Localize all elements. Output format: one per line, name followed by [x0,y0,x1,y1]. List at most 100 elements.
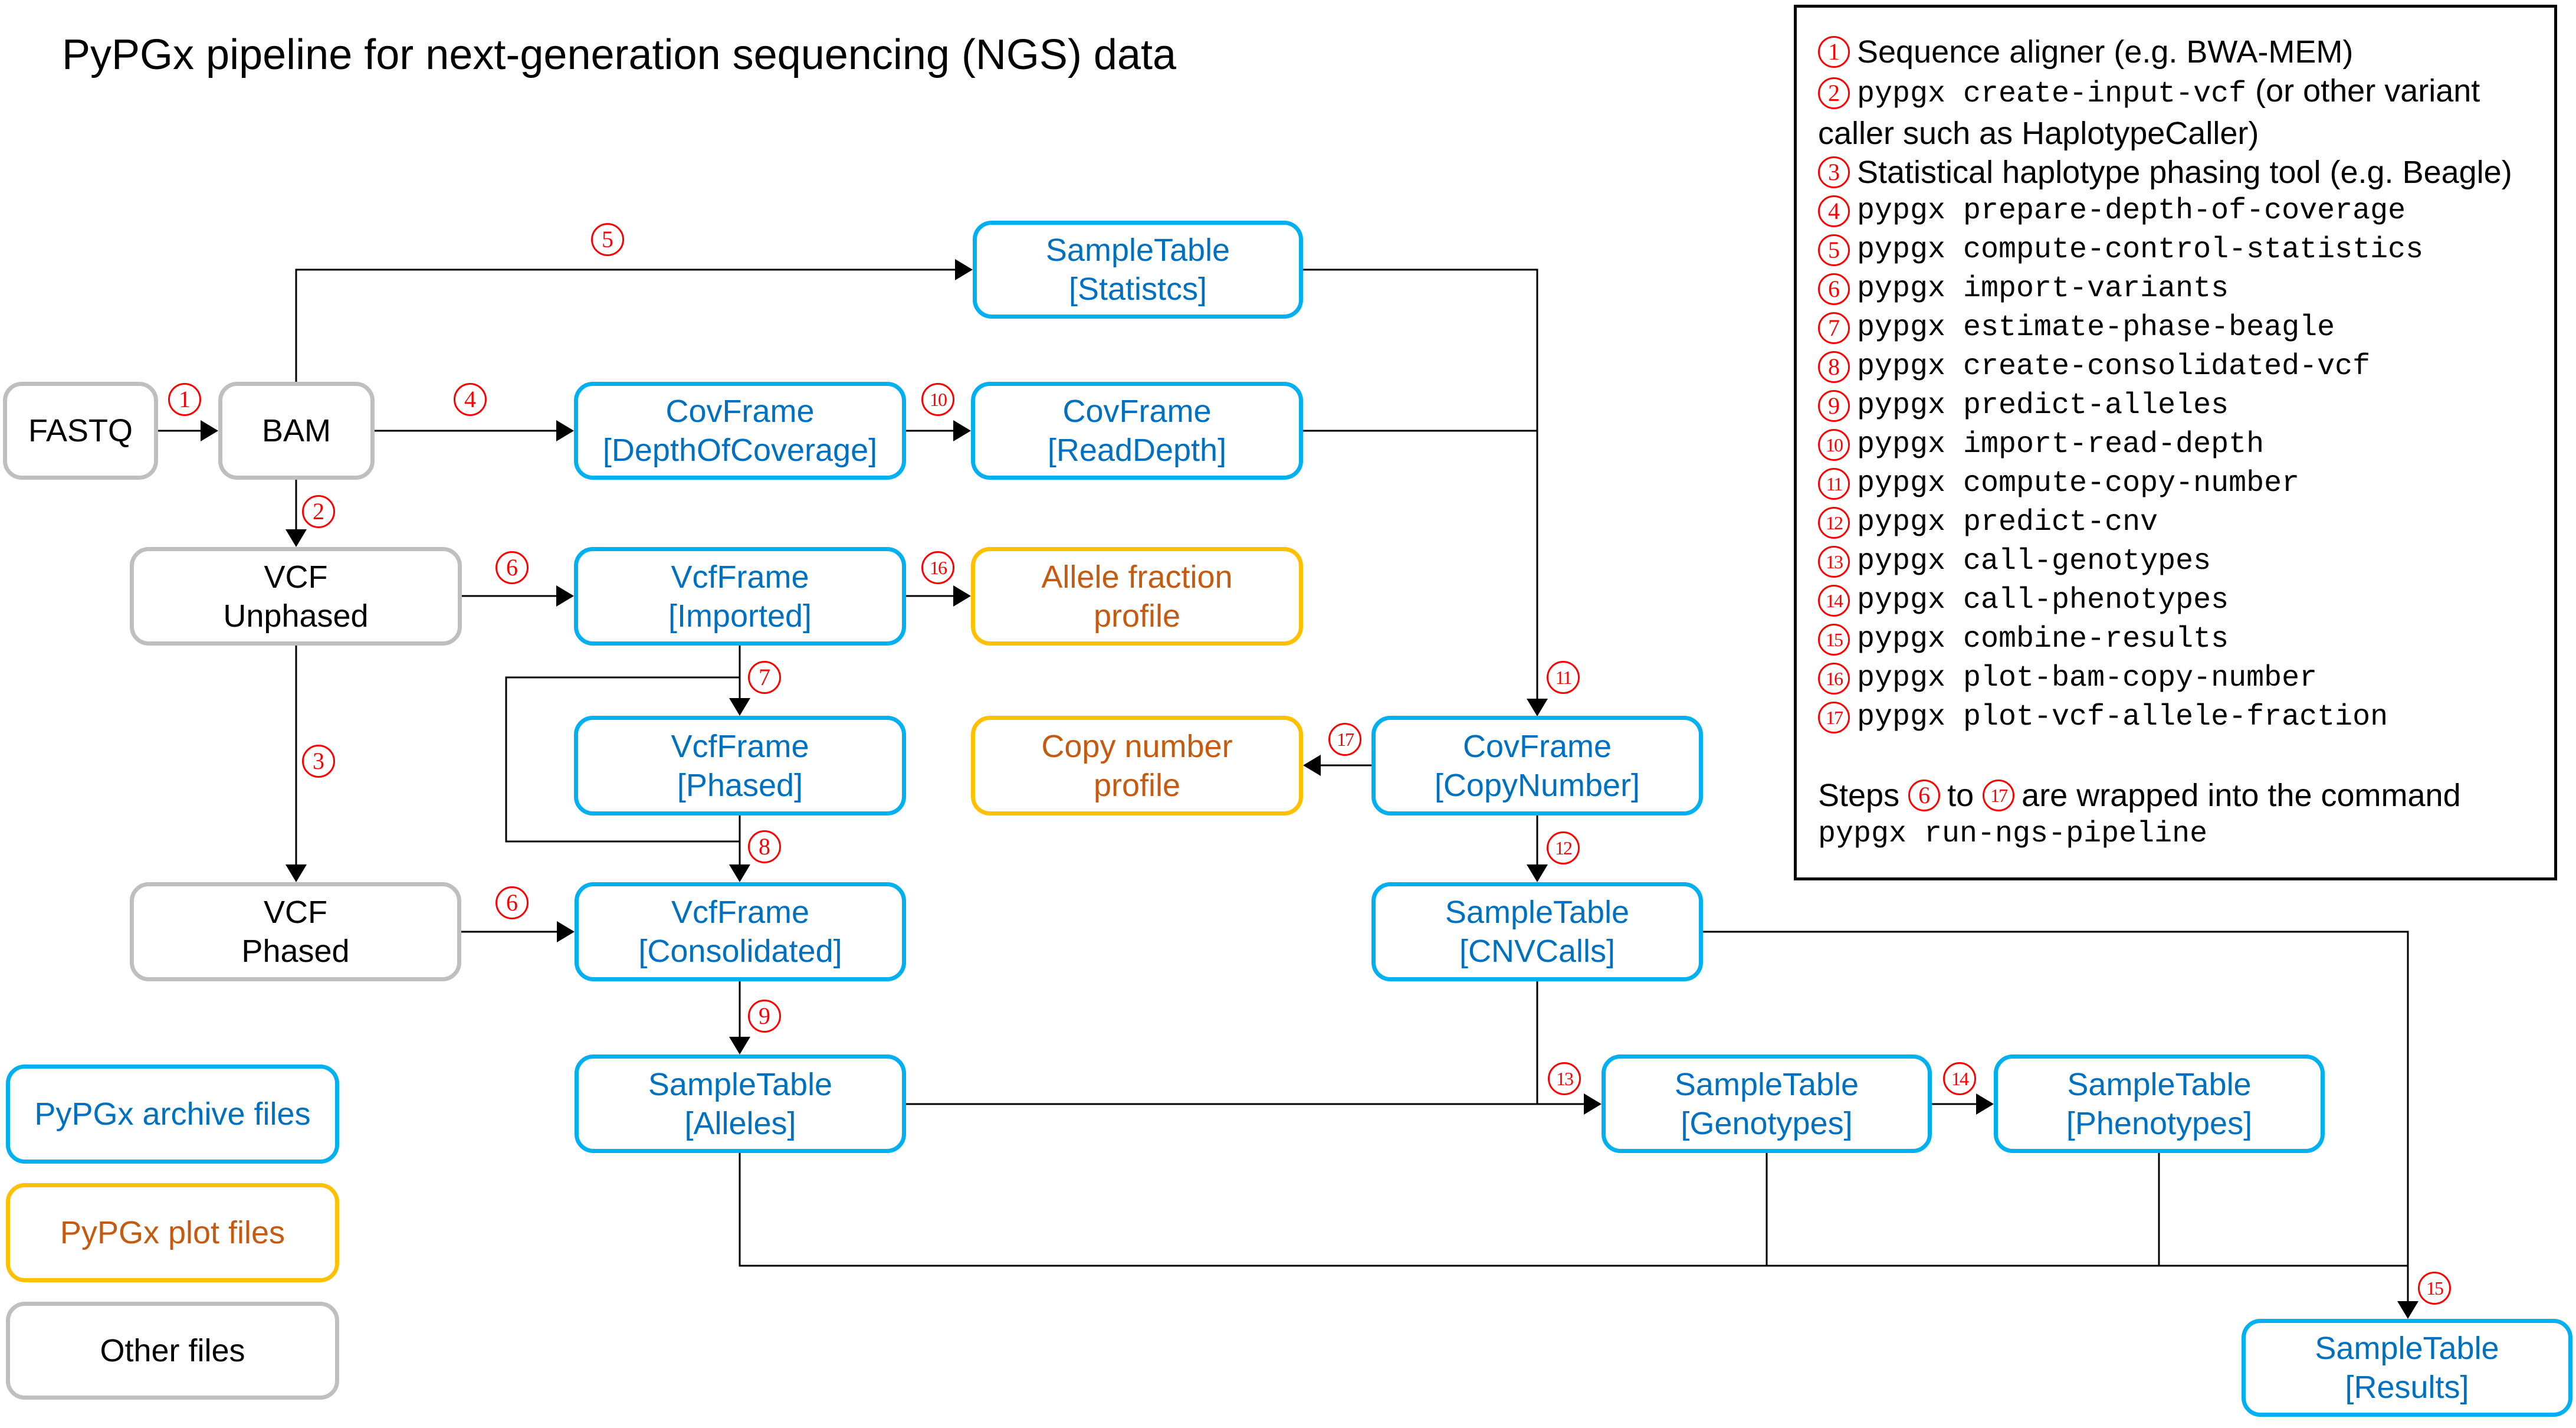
legend-step-row: 14 pypgx call-phenotypes [1818,581,2554,620]
node-sampletable-statistics: SampleTable [Statistcs] [973,221,1303,319]
edge-statistics-copynumber [1303,268,1538,699]
arrowhead [955,259,973,280]
legend-step-row: 15 pypgx combine-results [1818,620,2554,659]
key-label: PyPGx plot files [60,1215,286,1250]
node-label: CovFrame [1462,728,1612,764]
legend-step-row: 11 pypgx compute-copy-number [1818,464,2554,503]
legend-step-row: 13 pypgx call-genotypes [1818,542,2554,581]
node-allele-fraction-profile: Allele fraction profile [971,547,1303,646]
step-number-badge: 12 [1818,507,1850,539]
legend-step-row: 9 pypgx predict-alleles [1818,387,2554,425]
arrowhead [557,921,575,942]
step-command: pypgx predict-cnv [1857,506,2158,539]
step-command: pypgx create-consolidated-vcf [1857,350,2371,384]
step-command: pypgx compute-control-statistics [1857,233,2424,267]
node-label: SampleTable [1045,232,1230,268]
node-label: SampleTable [1674,1066,1859,1102]
step-marker-14: 14 [1943,1062,1976,1095]
step-number-badge: 8 [1818,351,1850,383]
node-label: VCF [264,895,327,930]
legend-step-row: 1 Sequence aligner (e.g. BWA-MEM) [1818,32,2554,71]
step-command: pypgx create-input-vcf [1857,77,2247,111]
node-bam: BAM [218,382,375,480]
note-prefix: Steps [1818,778,1900,813]
node-fastq: FASTQ [3,382,158,480]
key-archive-files: PyPGx archive files [6,1065,339,1164]
node-vcfframe-consolidated: VcfFrame [Consolidated] [575,882,906,981]
steps-legend: 1 Sequence aligner (e.g. BWA-MEM) 2 pypgx c… [1794,5,2557,880]
legend-step-row: 17 pypgx plot-vcf-allele-fraction [1818,698,2554,737]
step-description: Statistical haplotype phasing tool (e.g.… [1857,155,2512,190]
step-marker-4: 4 [454,383,487,416]
node-sublabel: [Genotypes] [1681,1105,1853,1141]
node-sublabel: Unphased [223,598,369,634]
step-command: pypgx combine-results [1857,623,2229,656]
step-marker-12: 12 [1547,831,1580,864]
node-label: SampleTable [648,1066,833,1102]
key-label: Other files [100,1333,245,1368]
step-number-badge: 2 [1818,77,1850,109]
step-marker-15: 15 [2418,1272,2451,1305]
node-sublabel: [Imported] [668,598,812,634]
legend-step-row: 12 pypgx predict-cnv [1818,503,2554,542]
step-command: pypgx call-genotypes [1857,545,2211,578]
step-number-badge: 5 [1818,234,1850,266]
arrowhead [201,420,218,441]
note-step-to: 17 [1983,779,2015,811]
step-marker-6: 6 [495,551,529,584]
node-sampletable-genotypes: SampleTable [Genotypes] [1602,1054,1932,1153]
note-step-from: 6 [1908,779,1941,811]
step-marker-17: 17 [1328,723,1361,756]
node-covframe-depthofcoverage: CovFrame [DepthOfCoverage] [574,382,906,480]
edge-bam-statistics [295,268,955,382]
node-sublabel: profile [1093,598,1181,634]
node-covframe-readdepth: CovFrame [ReadDepth] [971,382,1303,480]
step-command: pypgx import-variants [1857,272,2229,306]
step-number-badge: 16 [1818,663,1850,695]
node-label: SampleTable [2315,1331,2499,1366]
step-number-badge: 17 [1818,702,1850,733]
legend-step-row: 16 pypgx plot-bam-copy-number [1818,659,2554,698]
node-vcf-unphased: VCF Unphased [130,547,462,646]
node-sublabel: profile [1093,767,1181,803]
step-number-badge: 14 [1818,585,1850,617]
node-covframe-copynumber: CovFrame [CopyNumber] [1371,716,1703,815]
node-label: Copy number [1041,728,1233,764]
step-number-badge: 4 [1818,195,1850,227]
step-command: pypgx prepare-depth-of-coverage [1857,194,2406,228]
legend-spacer [1818,737,2554,776]
step-number-badge: 7 [1818,312,1850,344]
node-label: VCF [264,559,328,595]
node-label: Allele fraction [1041,559,1233,595]
arrowhead [729,1037,750,1054]
arrowhead [729,864,750,882]
arrowhead [1527,699,1548,716]
step-number-badge: 9 [1818,390,1850,422]
step-description: Sequence aligner (e.g. BWA-MEM) [1857,34,2354,70]
legend-step-row: 7 pypgx estimate-phase-beagle [1818,309,2554,348]
node-sublabel: [Statistcs] [1068,271,1207,307]
node-sublabel: [Phased] [677,767,803,803]
node-sampletable-cnvcalls: SampleTable [CNVCalls] [1371,882,1703,981]
node-sublabel: [ReadDepth] [1047,433,1227,468]
legend-step-row: 5 pypgx compute-control-statistics [1818,231,2554,270]
key-label: PyPGx archive files [34,1096,311,1132]
node-vcfframe-phased: VcfFrame [Phased] [574,716,906,815]
step-command: pypgx plot-bam-copy-number [1857,661,2318,695]
step-marker-11: 11 [1547,661,1580,694]
legend-step-row: 6 pypgx import-variants [1818,270,2554,309]
legend-step-row: 10 pypgx import-read-depth [1818,425,2554,464]
node-label: VcfFrame [671,895,810,930]
legend-step-row: 8 pypgx create-consolidated-vcf [1818,348,2554,387]
step-marker-16: 16 [921,551,954,584]
step-number-badge: 13 [1818,546,1850,578]
step-number-badge: 10 [1818,429,1850,461]
step-command: pypgx call-phenotypes [1857,584,2229,617]
step-number-badge: 11 [1818,468,1850,500]
node-label: SampleTable [2067,1066,2252,1102]
arrowhead [286,529,307,547]
node-sublabel: Phased [241,934,350,969]
legend-note: Steps 6 to 17 are wrapped into the comma… [1818,776,2554,815]
edge-alleles-results [739,1153,2408,1267]
arrowhead [953,585,971,607]
